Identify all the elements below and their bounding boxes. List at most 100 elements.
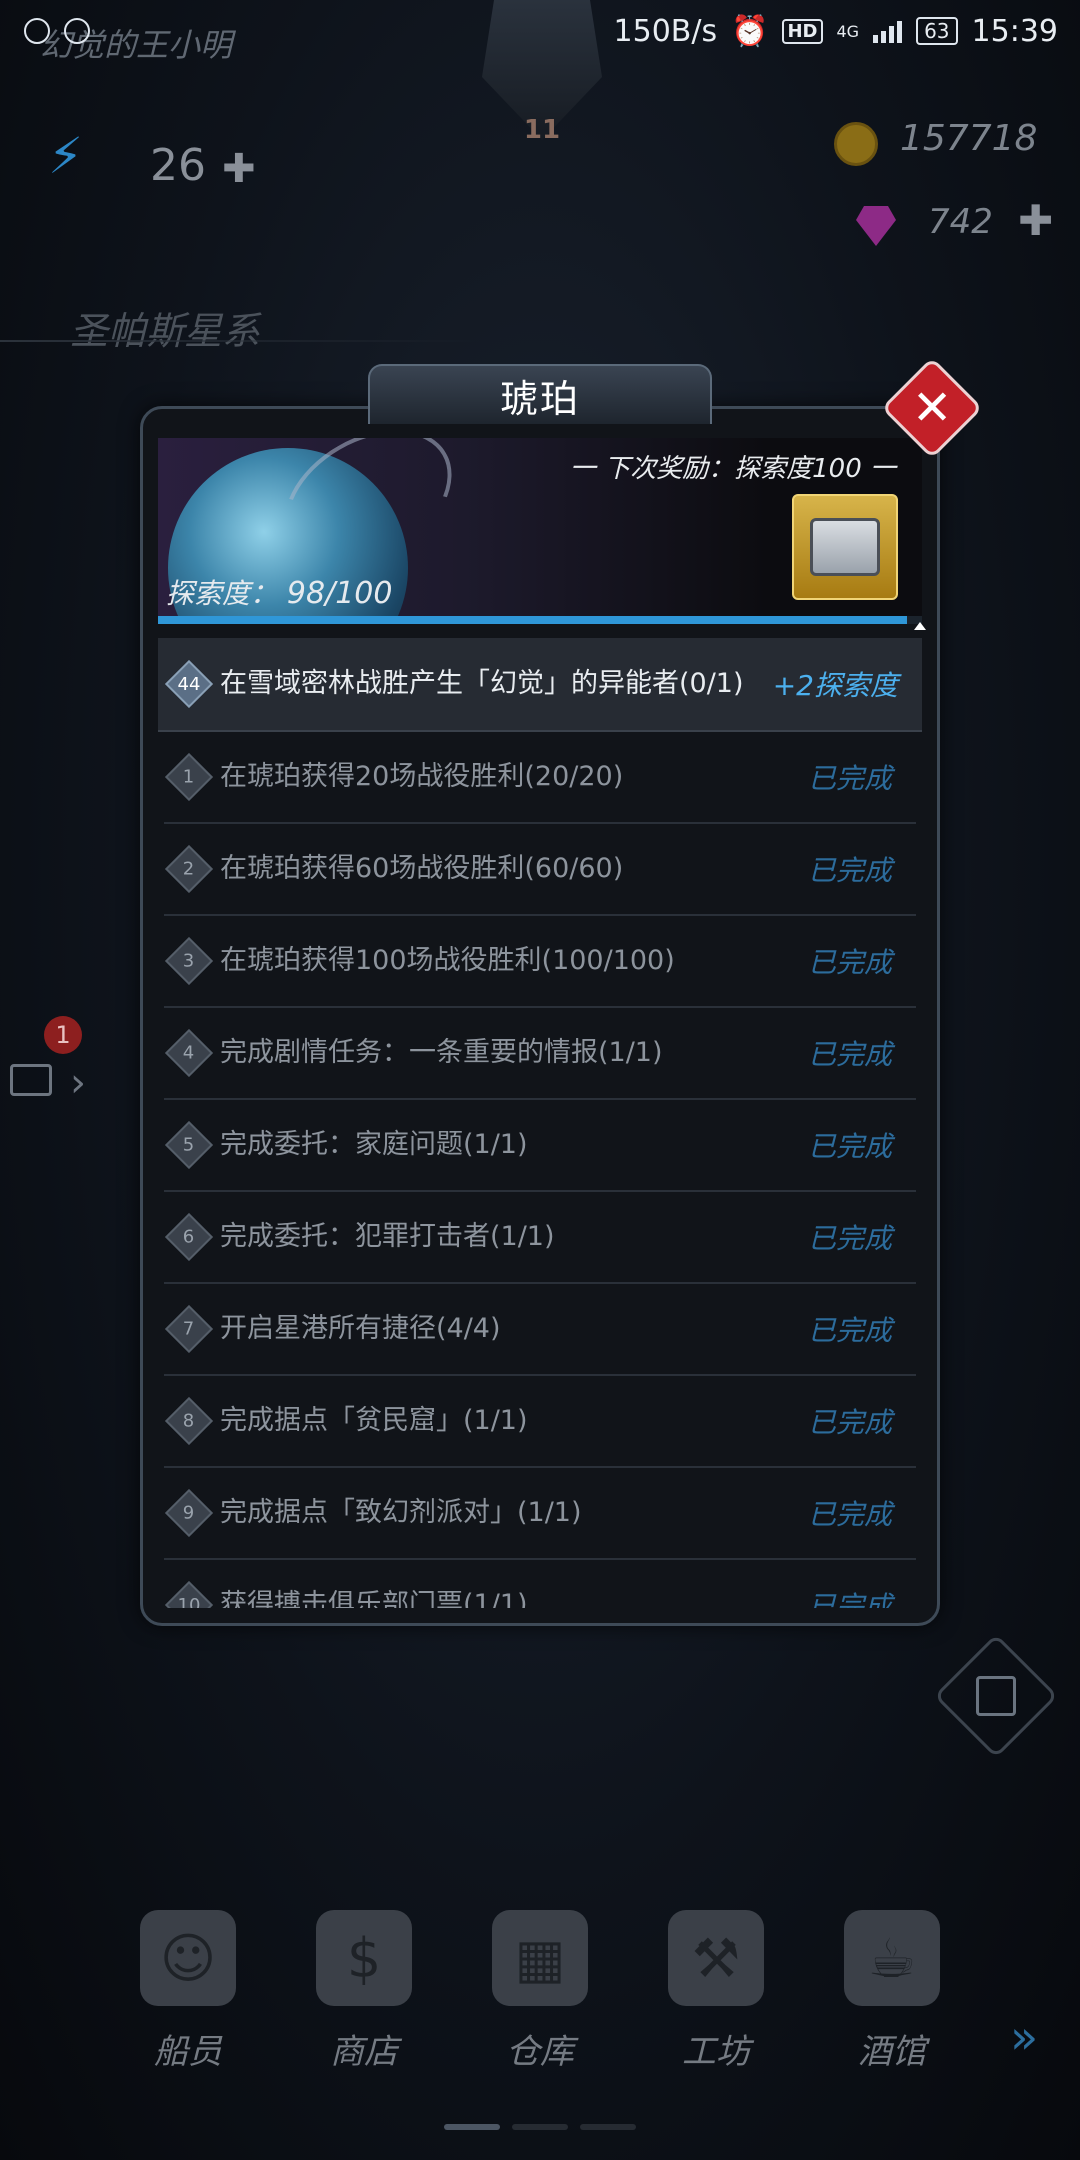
player-level: 11 [523, 115, 561, 145]
gem-value: 742 [928, 202, 993, 242]
task-number: 44 [177, 673, 201, 695]
task-status: 已完成 [807, 854, 892, 887]
double-chevron-right-icon[interactable]: » [1010, 2010, 1038, 2064]
explore-label: 探索度： [166, 577, 279, 610]
task-text: 在雪域密林战胜产生「幻觉」的异能者(0/1) [220, 667, 744, 699]
warehouse-icon: ▦ [492, 1910, 588, 2006]
task-list[interactable]: 44 在雪域密林战胜产生「幻觉」的异能者(0/1) +2探索度 1 在琥珀获得20场战役… [158, 638, 922, 1608]
task-row[interactable]: 4 完成剧情任务：一条重要的情报(1/1) 已完成 [164, 1008, 916, 1100]
next-reward-label: 一 下次奖励：探索度100 一 [569, 454, 896, 484]
task-status: 已完成 [807, 1038, 892, 1071]
task-text: 完成据点「致幻剂派对」(1/1) [220, 1496, 582, 1528]
task-number: 8 [183, 1410, 195, 1432]
coin-value: 157718 [900, 118, 1038, 159]
task-number-icon: 9 [164, 1488, 214, 1538]
task-status: 已完成 [807, 1590, 892, 1608]
reward-chest-icon[interactable] [792, 494, 898, 600]
nav-label: 仓库 [506, 2032, 574, 2072]
task-number-icon: 4 [164, 1028, 214, 1078]
checklist-icon [976, 1676, 1016, 1716]
task-number: 7 [183, 1318, 195, 1340]
task-row[interactable]: 6 完成委托：犯罪打击者(1/1) 已完成 [164, 1192, 916, 1284]
task-row[interactable]: 3 在琥珀获得100场战役胜利(100/100) 已完成 [164, 916, 916, 1008]
chat-icon [10, 1064, 52, 1096]
task-status: 已完成 [807, 1130, 892, 1163]
task-text: 完成剧情任务：一条重要的情报(1/1) [220, 1036, 663, 1068]
bottom-nav: ☺ 船员 $ 商店 ▦ 仓库 ⚒ 工坊 ☕ 酒馆 [0, 1910, 1080, 2110]
nav-crew[interactable]: ☺ 船员 [118, 1910, 258, 2110]
star-system-name: 圣帕斯星系 [70, 309, 261, 353]
task-number: 2 [183, 858, 195, 880]
nav-label: 工坊 [682, 2032, 750, 2072]
task-number-icon: 5 [164, 1120, 214, 1170]
nav-tavern[interactable]: ☕ 酒馆 [822, 1910, 962, 2110]
energy-icon: ⚡ [48, 127, 84, 185]
explore-value: 98/100 [286, 576, 393, 611]
page-indicator [444, 2124, 636, 2130]
task-number: 6 [183, 1226, 195, 1248]
task-number-icon: 7 [164, 1304, 214, 1354]
workshop-icon: ⚒ [668, 1910, 764, 2006]
nav-label: 船员 [154, 2032, 222, 2072]
task-row[interactable]: 2 在琥珀获得60场战役胜利(60/60) 已完成 [164, 824, 916, 916]
task-status: 已完成 [807, 1498, 892, 1531]
task-number-icon: 2 [164, 844, 214, 894]
explore-progress-bar [158, 616, 922, 624]
nav-workshop[interactable]: ⚒ 工坊 [646, 1910, 786, 2110]
status-bar: 150B/s ⏰ HD 4G 63 15:39 [0, 0, 1080, 62]
quest-log-button[interactable] [933, 1633, 1059, 1759]
task-status: 已完成 [807, 762, 892, 795]
task-row[interactable]: 5 完成委托：家庭问题(1/1) 已完成 [164, 1100, 916, 1192]
notification-icon [24, 18, 50, 44]
task-row[interactable]: 44 在雪域密林战胜产生「幻觉」的异能者(0/1) +2探索度 [158, 638, 922, 732]
task-status: 已完成 [807, 1314, 892, 1347]
coin-icon [834, 122, 878, 166]
signal-icon [873, 19, 903, 43]
task-status: +2探索度 [772, 669, 898, 702]
gem-icon [856, 206, 896, 246]
task-number: 9 [183, 1502, 195, 1524]
task-row[interactable]: 8 完成据点「贫民窟」(1/1) 已完成 [164, 1376, 916, 1468]
task-row[interactable]: 10 获得搏击俱乐部门票(1/1) 已完成 [164, 1560, 916, 1608]
scroll-indicator [914, 622, 926, 630]
add-gem-button[interactable]: ✚ [1018, 196, 1053, 245]
nav-shop[interactable]: $ 商店 [294, 1910, 434, 2110]
task-number: 5 [183, 1134, 195, 1156]
explore-progress-label: 探索度： 98/100 [166, 572, 392, 612]
modal-title: 琥珀 [368, 364, 712, 424]
task-number: 10 [177, 1594, 201, 1609]
task-number: 3 [183, 950, 195, 972]
crew-icon: ☺ [140, 1910, 236, 2006]
task-number: 4 [183, 1042, 195, 1064]
hd-indicator: HD [782, 18, 823, 44]
chevron-right-icon: › [70, 1060, 86, 1106]
tavern-icon: ☕ [844, 1910, 940, 2006]
task-number-icon: 1 [164, 752, 214, 802]
nav-label: 酒馆 [858, 2032, 926, 2072]
add-energy-button[interactable]: ✚ [222, 146, 256, 192]
task-number: 1 [183, 766, 195, 788]
nav-warehouse[interactable]: ▦ 仓库 [470, 1910, 610, 2110]
task-text: 完成据点「贫民窟」(1/1) [220, 1404, 528, 1436]
explore-progress-fill [158, 616, 907, 624]
nav-label: 商店 [330, 2032, 398, 2072]
task-status: 已完成 [807, 1222, 892, 1255]
network-speed: 150B/s [613, 13, 718, 49]
task-status: 已完成 [807, 946, 892, 979]
task-text: 在琥珀获得20场战役胜利(20/20) [220, 760, 624, 792]
task-text: 完成委托：家庭问题(1/1) [220, 1128, 528, 1160]
task-row[interactable]: 9 完成据点「致幻剂派对」(1/1) 已完成 [164, 1468, 916, 1560]
chat-toggle[interactable]: 1 › [0, 1010, 90, 1150]
task-number-icon: 6 [164, 1212, 214, 1262]
task-text: 获得搏击俱乐部门票(1/1) [220, 1588, 528, 1608]
alarm-icon: ⏰ [731, 13, 769, 49]
task-text: 开启星港所有捷径(4/4) [220, 1312, 501, 1344]
task-row[interactable]: 1 在琥珀获得20场战役胜利(20/20) 已完成 [164, 732, 916, 824]
task-text: 在琥珀获得60场战役胜利(60/60) [220, 852, 624, 884]
shop-icon: $ [316, 1910, 412, 2006]
battery-indicator: 63 [916, 17, 958, 45]
task-row[interactable]: 7 开启星港所有捷径(4/4) 已完成 [164, 1284, 916, 1376]
divider [0, 340, 480, 342]
energy-value: 26 [150, 140, 206, 191]
task-status: 已完成 [807, 1406, 892, 1439]
